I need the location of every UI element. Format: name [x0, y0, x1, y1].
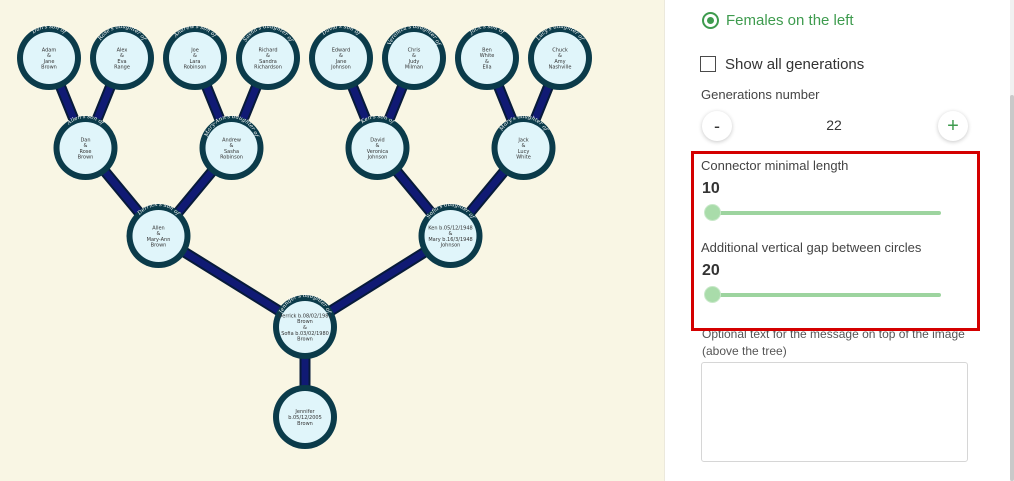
node-text-line: Richardson — [254, 65, 282, 71]
generations-number-label: Generations number — [701, 87, 820, 102]
person-node[interactable]: David's son ofEdward&JaneJohnson — [309, 24, 373, 90]
highlight-box — [691, 151, 980, 331]
females-left-label: Females on the left — [726, 11, 854, 29]
family-tree-drawing: Jenniferb.05/12/2005Brown Jennifer's daug… — [17, 24, 592, 449]
person-node[interactable]: Andrew's son ofJoe&LaraRobinson — [163, 24, 227, 90]
person-node[interactable]: Ken's son ofDavid&VeronicaJohnson — [345, 114, 410, 180]
show-all-generations-checkbox[interactable] — [700, 56, 716, 72]
person-node[interactable]: Lucy's daughter ofChuck&AmyNashville — [528, 24, 592, 90]
person-node[interactable]: Veronica's daughter ofChris&JudyMilman — [382, 24, 446, 90]
node-text-line: Brown — [78, 155, 94, 161]
person-node[interactable]: Jennifer's daughter ofDerrick b.08/02/19… — [273, 293, 337, 359]
person-node[interactable]: Mary-Ann's daughter ofAndrew&SashaRobins… — [199, 114, 264, 180]
person-node[interactable]: Jack's son ofBenWhite&Ella — [455, 24, 519, 90]
females-left-radio[interactable] — [702, 11, 719, 29]
node-text-line: Johnson — [367, 155, 388, 161]
node-text-line: Robinson — [184, 65, 207, 71]
node-text-line: Nashville — [549, 65, 572, 71]
message-text-label: Optional text for the message on top of … — [702, 327, 965, 358]
family-tree-canvas: Jennifer b.05/12/2005 Brown Jennifer's daug… — [0, 0, 664, 481]
node-text-line: Brown — [41, 65, 57, 71]
person-node[interactable]: Sasha's daughter ofRichard&SandraRichard… — [236, 24, 300, 90]
node-text-line: Brown — [297, 337, 313, 343]
node-text-line: White — [516, 155, 531, 161]
node-text-line: Johnson — [330, 65, 351, 71]
message-text-input[interactable] — [701, 362, 968, 462]
node-text-line: Ella — [482, 65, 491, 71]
person-node[interactable]: Allen's son ofDan&RoseBrown — [53, 114, 118, 180]
node-text-line: Robinson — [220, 155, 243, 161]
generations-decrement-button[interactable]: - — [702, 111, 732, 141]
connectors-layer — [43, 52, 566, 423]
show-all-generations-label: Show all generations — [725, 55, 865, 73]
person-node[interactable]: Jenniferb.05/12/2005Brown — [273, 385, 337, 449]
node-text-line: Milman — [405, 65, 423, 71]
person-node[interactable]: Rose's daughter ofAlex&EvaRange — [90, 24, 154, 90]
node-text-line: Range — [114, 65, 130, 71]
node-text-line: Brown — [297, 421, 313, 427]
person-node[interactable]: Mary's daughter ofJack&LucyWhite — [491, 114, 556, 180]
node-text-line: Brown — [151, 243, 167, 249]
females-left-option[interactable]: Females on the left — [702, 9, 854, 31]
scrollbar-thumb[interactable] — [1010, 95, 1014, 481]
person-node[interactable]: Dan's son ofAdam&JaneBrown — [17, 24, 81, 90]
generations-number-value: 22 — [826, 117, 842, 133]
node-text-line: Johnson — [440, 243, 461, 249]
show-all-generations-option[interactable]: Show all generations — [700, 54, 864, 74]
nodes-layer: Jenniferb.05/12/2005Brown Jennifer's daug… — [17, 24, 592, 449]
generations-increment-button[interactable]: + — [938, 111, 968, 141]
